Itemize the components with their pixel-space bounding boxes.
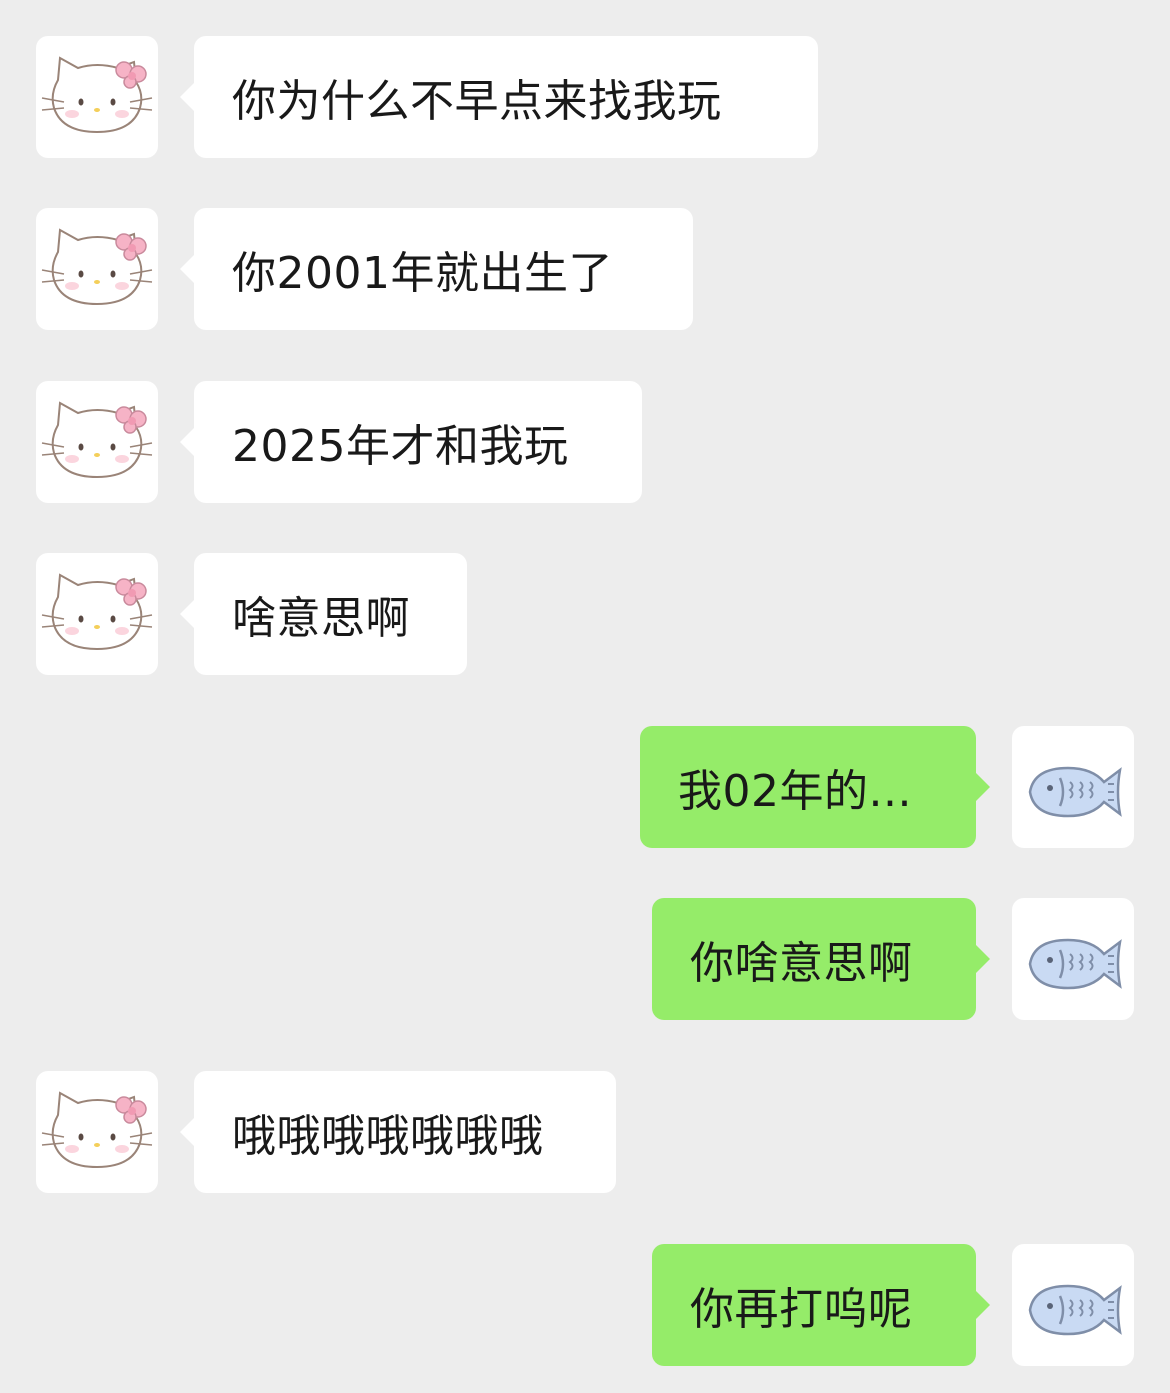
hello-kitty-icon [41, 228, 153, 306]
message-bubble-outgoing[interactable]: 我02年的... [640, 726, 990, 848]
message-text: 哦哦哦哦哦哦哦 [232, 1111, 544, 1162]
fish-icon [1028, 766, 1122, 818]
contact-avatar[interactable] [36, 381, 158, 503]
message-bubble-incoming[interactable]: 你为什么不早点来找我玩 [180, 36, 818, 158]
message-text: 你为什么不早点来找我玩 [232, 76, 722, 127]
message-text: 你再打呜呢 [690, 1284, 913, 1335]
fish-icon [1028, 1284, 1122, 1336]
hello-kitty-icon [41, 573, 153, 651]
message-bubble-outgoing[interactable]: 你再打呜呢 [652, 1244, 990, 1366]
contact-avatar[interactable] [36, 1071, 158, 1193]
message-text: 你啥意思啊 [690, 938, 913, 989]
fish-icon [1028, 938, 1122, 990]
contact-avatar[interactable] [36, 553, 158, 675]
hello-kitty-icon [41, 401, 153, 479]
message-bubble-incoming[interactable]: 哦哦哦哦哦哦哦 [180, 1071, 616, 1193]
message-bubble-outgoing[interactable]: 你啥意思啊 [652, 898, 990, 1020]
chat-message-list[interactable]: 你为什么不早点来找我玩 你2001年就出生了 2025年才和我玩 啥意思啊 我0… [0, 0, 1170, 1393]
message-text: 你2001年就出生了 [232, 248, 613, 299]
message-bubble-incoming[interactable]: 2025年才和我玩 [180, 381, 642, 503]
message-text: 啥意思啊 [232, 593, 410, 644]
message-bubble-incoming[interactable]: 你2001年就出生了 [180, 208, 693, 330]
contact-avatar[interactable] [36, 208, 158, 330]
hello-kitty-icon [41, 1091, 153, 1169]
self-avatar[interactable] [1012, 726, 1134, 848]
message-text: 我02年的... [678, 766, 912, 817]
contact-avatar[interactable] [36, 36, 158, 158]
message-bubble-incoming[interactable]: 啥意思啊 [180, 553, 467, 675]
hello-kitty-icon [41, 56, 153, 134]
self-avatar[interactable] [1012, 1244, 1134, 1366]
message-text: 2025年才和我玩 [232, 421, 569, 472]
self-avatar[interactable] [1012, 898, 1134, 1020]
